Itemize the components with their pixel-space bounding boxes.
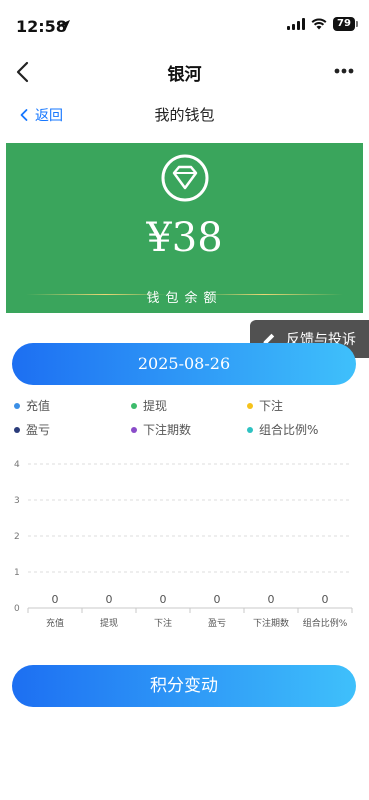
legend-item-bet-periods[interactable]: 下注期数 — [131, 421, 191, 438]
signal-icon — [287, 18, 305, 30]
legend-dot — [14, 426, 20, 433]
legend-item-withdraw[interactable]: 提现 — [131, 397, 167, 414]
wifi-icon — [311, 18, 327, 30]
x-category-label: 组合比例% — [303, 617, 348, 629]
wallet-card: ¥38 钱包余额 — [6, 143, 363, 313]
x-category-label: 下注 — [154, 617, 172, 629]
legend-label: 组合比例% — [259, 423, 319, 437]
battery-indicator: 79 — [333, 17, 358, 31]
legend-label: 充值 — [26, 399, 51, 413]
diamond-icon — [161, 154, 209, 202]
y-tick-label: 0 — [14, 604, 20, 614]
legend-label: 下注 — [259, 399, 284, 413]
x-category-label: 盈亏 — [208, 618, 226, 629]
y-tick-label: 2 — [14, 532, 20, 542]
more-options-icon[interactable] — [331, 60, 357, 82]
location-arrow-icon — [60, 20, 70, 30]
legend-item-recharge[interactable]: 充值 — [14, 397, 50, 414]
y-tick-label: 1 — [14, 568, 20, 578]
nav-bar: 银河 — [0, 52, 369, 92]
bar-value-label: 0 — [160, 593, 167, 606]
bar-value-label: 0 — [214, 593, 221, 606]
legend-dot — [247, 426, 253, 433]
y-tick-label: 3 — [14, 496, 20, 506]
nav-title: 银河 — [167, 65, 202, 85]
points-change-button[interactable]: 积分变动 — [12, 665, 356, 707]
bar-value-label: 0 — [106, 593, 113, 606]
wallet-balance-label: 钱包余额 — [146, 291, 223, 306]
bar-chart: 4 3 2 1 0 0 充值 0 提现 0 下注 0 盈亏 0 下注期数 0 组合比例% — [14, 460, 353, 629]
legend-item-profit-loss[interactable]: 盈亏 — [14, 421, 50, 438]
wallet-balance: ¥38 — [146, 215, 223, 261]
legend-dot — [131, 402, 137, 409]
sub-header: 返回 我的钱包 — [0, 98, 369, 132]
legend-label: 盈亏 — [26, 423, 51, 437]
status-indicators: 79 — [287, 17, 358, 31]
legend-item-bet[interactable]: 下注 — [247, 397, 283, 414]
x-category-label: 充值 — [46, 617, 64, 629]
bar-value-label: 0 — [268, 593, 275, 606]
bar-value-label: 0 — [52, 593, 59, 606]
page-title: 我的钱包 — [154, 106, 215, 124]
y-tick-label: 4 — [14, 460, 20, 470]
legend-item-combo-ratio[interactable]: 组合比例% — [247, 421, 318, 438]
status-bar: 12:58 79 — [0, 0, 369, 52]
legend-dot — [131, 426, 137, 433]
date-selector[interactable]: 2025-08-26 — [12, 343, 356, 385]
x-category-label: 下注期数 — [253, 617, 289, 629]
bar-value-label: 0 — [322, 593, 329, 606]
x-category-label: 提现 — [100, 618, 118, 629]
legend-label: 提现 — [143, 399, 168, 413]
legend-label: 下注期数 — [143, 423, 192, 437]
legend-dot — [14, 402, 20, 409]
legend-dot — [247, 402, 253, 409]
